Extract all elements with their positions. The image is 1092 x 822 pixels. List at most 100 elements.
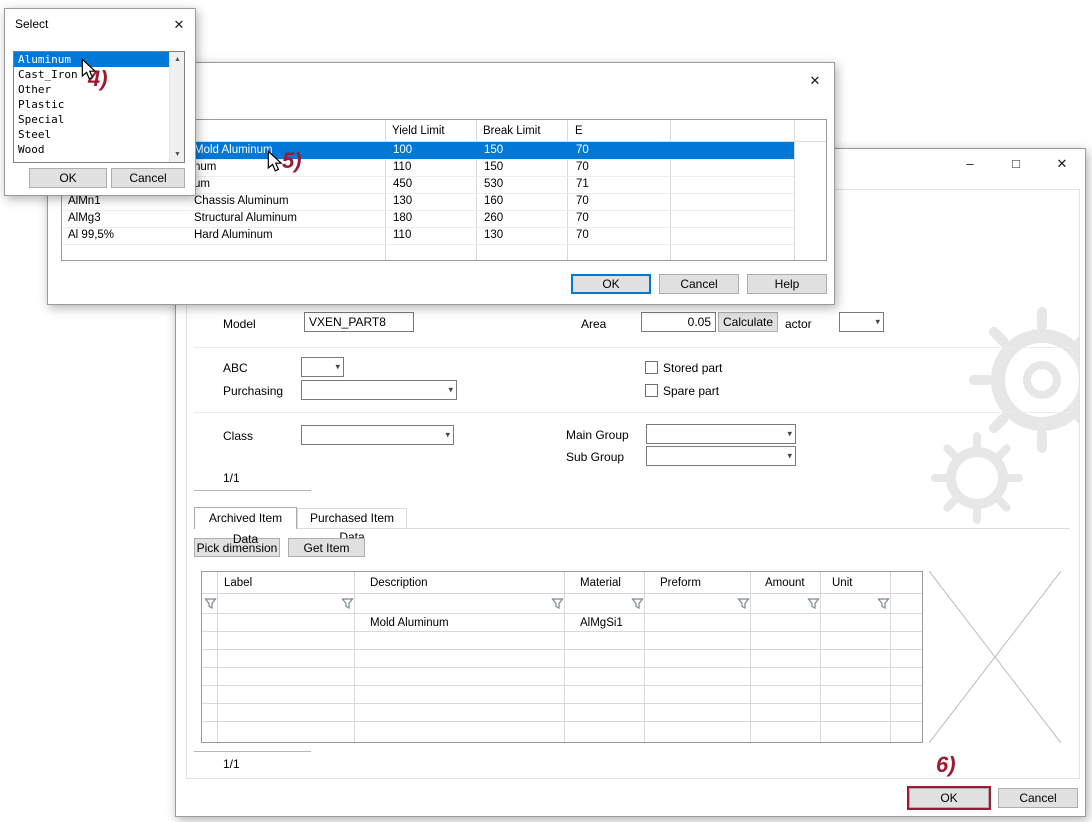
column-header-break-limit[interactable]: Break Limit: [483, 120, 541, 142]
tab-baseline: [194, 528, 1070, 529]
gridline: [62, 244, 794, 245]
gridline: [750, 572, 751, 743]
column-header-unit[interactable]: Unit: [832, 572, 852, 594]
gridline: [202, 721, 923, 722]
calculate-button[interactable]: Calculate: [718, 312, 778, 332]
filter-icon[interactable]: [877, 597, 890, 610]
mouse-cursor: [266, 150, 284, 174]
purchasing-combo[interactable]: ▾: [301, 380, 457, 400]
filter-icon[interactable]: [807, 597, 820, 610]
model-label: Model: [223, 317, 256, 331]
gridline: [202, 593, 923, 594]
chevron-down-icon: ▾: [787, 430, 792, 439]
ok-button[interactable]: OK: [909, 788, 989, 808]
material-row[interactable]: Al 99,5% Hard Aluminum 110 130 70: [63, 227, 794, 244]
material-name: Structural Aluminum: [194, 210, 297, 227]
list-item[interactable]: Steel: [14, 127, 169, 142]
class-combo[interactable]: ▾: [301, 425, 454, 445]
model-field[interactable]: VXEN_PART8: [304, 312, 414, 332]
abc-combo[interactable]: ▾: [301, 357, 344, 377]
column-header-amount[interactable]: Amount: [765, 572, 805, 594]
close-icon[interactable]: ✕: [1039, 149, 1085, 179]
ok-button[interactable]: OK: [29, 168, 107, 188]
gears-watermark: [922, 300, 1080, 540]
abc-label: ABC: [223, 361, 248, 375]
material-break: 150: [484, 159, 503, 176]
main-group-combo[interactable]: ▾: [646, 424, 796, 444]
divider: [194, 751, 311, 752]
chevron-down-icon: ▾: [787, 452, 792, 461]
help-button[interactable]: Help: [747, 274, 827, 294]
material-e: 70: [576, 210, 589, 227]
table-row[interactable]: Mold Aluminum AlMgSi1: [202, 614, 923, 632]
list-item[interactable]: Plastic: [14, 97, 169, 112]
column-header-yield-limit[interactable]: Yield Limit: [392, 120, 445, 142]
material-yield: 180: [393, 210, 412, 227]
filter-icon[interactable]: [631, 597, 644, 610]
material-name: Chassis Aluminum: [194, 193, 289, 210]
record-pager-top: 1/1: [223, 471, 240, 485]
divider: [194, 490, 311, 491]
column-header-material[interactable]: Material: [580, 572, 621, 594]
close-icon[interactable]: ✕: [167, 14, 191, 36]
material-name: num: [194, 159, 216, 176]
chevron-down-icon: ▾: [335, 363, 340, 372]
cancel-button[interactable]: Cancel: [998, 788, 1078, 808]
column-header-description[interactable]: Description: [370, 572, 428, 594]
tab-purchased-item-data[interactable]: Purchased Item Data: [297, 508, 407, 528]
scrollbar[interactable]: ▲ ▼: [169, 52, 184, 162]
filter-icon[interactable]: [551, 597, 564, 610]
material-e: 71: [576, 176, 589, 193]
cancel-button[interactable]: Cancel: [111, 168, 185, 188]
stored-part-checkbox[interactable]: [645, 361, 658, 374]
material-name: Mold Aluminum: [194, 142, 273, 159]
material-name: Hard Aluminum: [194, 227, 273, 244]
list-item[interactable]: Wood: [14, 142, 169, 157]
mouse-cursor: [80, 58, 98, 82]
area-field[interactable]: 0.05: [641, 312, 716, 332]
material-row[interactable]: AlMg3 Structural Aluminum 180 260 70: [63, 210, 794, 227]
column-header-label[interactable]: Label: [224, 572, 252, 594]
gridline: [644, 572, 645, 743]
filter-icon[interactable]: [341, 597, 354, 610]
material-yield: 130: [393, 193, 412, 210]
purchasing-label: Purchasing: [223, 384, 283, 398]
column-header-preform[interactable]: Preform: [660, 572, 701, 594]
material-e: 70: [576, 142, 589, 159]
gridline: [820, 572, 821, 743]
column-header-e[interactable]: E: [575, 120, 583, 142]
annotation-step5: 5): [282, 148, 302, 174]
gridline: [217, 572, 218, 743]
tab-archived-item-data[interactable]: Archived Item Data: [194, 507, 297, 529]
factor-combo[interactable]: ▾: [839, 312, 884, 332]
material-break: 150: [484, 142, 503, 159]
screenshot-stage: – □ ✕: [0, 0, 1092, 822]
material-name: um: [194, 176, 210, 193]
list-item[interactable]: Special: [14, 112, 169, 127]
chevron-down-icon: ▾: [875, 318, 880, 327]
divider: [194, 347, 1070, 348]
spare-part-checkbox[interactable]: [645, 384, 658, 397]
factor-label: actor: [785, 317, 812, 331]
minimize-button[interactable]: –: [947, 149, 993, 179]
maximize-button[interactable]: □: [993, 149, 1039, 179]
select-dialog: Select ✕ Aluminum Cast_Iron Other Plasti…: [4, 8, 196, 196]
material-yield: 100: [393, 142, 412, 159]
cancel-button[interactable]: Cancel: [659, 274, 739, 294]
scroll-down-icon[interactable]: ▼: [170, 147, 185, 162]
filter-icon[interactable]: [204, 597, 217, 610]
scroll-up-icon[interactable]: ▲: [170, 52, 185, 67]
close-icon[interactable]: ✕: [803, 70, 827, 92]
sub-group-combo[interactable]: ▾: [646, 446, 796, 466]
main-group-label: Main Group: [566, 428, 629, 442]
material-yield: 450: [393, 176, 412, 193]
material-break: 160: [484, 193, 503, 210]
chevron-down-icon: ▾: [448, 386, 453, 395]
filter-icon[interactable]: [737, 597, 750, 610]
dialog-title: Select: [15, 17, 48, 31]
ok-button[interactable]: OK: [571, 274, 651, 294]
divider: [194, 412, 1070, 413]
get-item-button[interactable]: Get Item: [288, 538, 365, 557]
item-table: Label Description Material Preform Amoun…: [201, 571, 923, 743]
cell-description: Mold Aluminum: [370, 614, 449, 632]
